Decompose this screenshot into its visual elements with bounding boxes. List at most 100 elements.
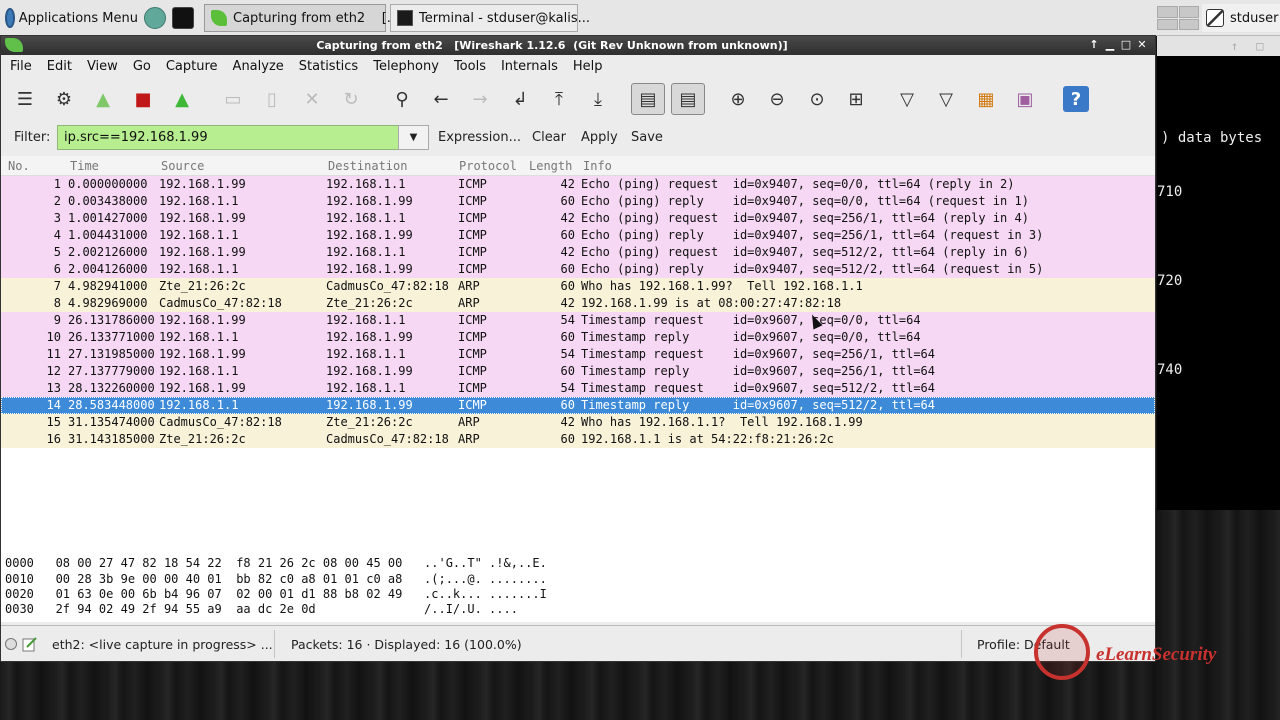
packet-cell-len: 42 (560, 245, 575, 259)
minimize-icon[interactable]: ↑ (1231, 39, 1238, 53)
resize-columns-button[interactable]: ⊞ (843, 86, 869, 112)
maximize-icon[interactable]: □ (1119, 38, 1133, 52)
menu-go[interactable]: Go (133, 59, 151, 74)
column-header-source[interactable]: Source (161, 159, 204, 173)
packet-cell-proto: ARP (458, 296, 480, 310)
reload-button[interactable]: ↻ (338, 86, 364, 112)
workspace-1[interactable] (1157, 6, 1178, 18)
packet-row[interactable]: 1 0.000000000 192.168.1.99 192.168.1.1 ICMP 4… (1, 176, 1155, 193)
column-header-time[interactable]: Time (70, 159, 99, 173)
start-capture-button[interactable]: ▲ (90, 86, 116, 112)
window-titlebar[interactable]: Capturing from eth2 [Wireshark 1.12.6 (G… (1, 36, 1155, 55)
user-menu-button[interactable]: stduser (1202, 4, 1280, 32)
taskbar-item-wireshark[interactable]: Capturing from eth2 [... (204, 4, 399, 32)
move-up-icon[interactable]: ↑ (1087, 38, 1101, 52)
zoom-in-button[interactable]: ⊕ (725, 86, 751, 112)
help-button[interactable]: ? (1063, 86, 1089, 112)
clear-button[interactable]: Clear (532, 130, 566, 145)
browser-launcher[interactable] (144, 4, 166, 32)
column-header-destination[interactable]: Destination (328, 159, 407, 173)
coloring-rules-button[interactable]: ▦ (973, 86, 999, 112)
packet-row[interactable]: 16 31.143185000 Zte_21:26:2c CadmusCo_47:82… (1, 431, 1155, 448)
packet-row[interactable]: 2 0.003438000 192.168.1.1 192.168.1.99 ICMP 6… (1, 193, 1155, 210)
packet-row[interactable]: 8 4.982969000 CadmusCo_47:82:18 Zte_21:26:2… (1, 295, 1155, 312)
column-header-info[interactable]: Info (583, 159, 612, 173)
save-file-button[interactable]: ▯ (259, 86, 285, 112)
go-to-packet-button[interactable]: ↲ (507, 86, 533, 112)
go-last-button[interactable]: ⤓ (585, 86, 611, 112)
menu-internals[interactable]: Internals (501, 59, 558, 74)
workspace-4[interactable] (1178, 18, 1199, 30)
expression-button[interactable]: Expression... (438, 130, 521, 145)
minimize-icon[interactable]: ▁ (1103, 38, 1117, 52)
taskbar-item-terminal[interactable]: Terminal - stduser@kalis... (390, 4, 590, 32)
open-file-button[interactable]: ▭ (220, 86, 246, 112)
column-header-length[interactable]: Length (529, 159, 572, 173)
packet-row[interactable]: 15 31.135474000 CadmusCo_47:82:18 Zte_21:26… (1, 414, 1155, 431)
capture-comment-icon[interactable] (22, 636, 38, 652)
menu-view[interactable]: View (87, 59, 118, 74)
interfaces-button[interactable]: ☰ (12, 86, 38, 112)
menu-edit[interactable]: Edit (47, 59, 72, 74)
workspace-3[interactable] (1157, 18, 1178, 30)
go-back-button[interactable]: ← (428, 86, 454, 112)
normal-size-button[interactable]: ⊙ (804, 86, 830, 112)
packet-cell-time: 27.137779000 (68, 364, 155, 378)
packet-cell-info: Who has 192.168.1.1? Tell 192.168.1.99 (581, 415, 863, 429)
preferences-button[interactable]: ▣ (1012, 86, 1038, 112)
colorize-button[interactable]: ▤ (631, 83, 665, 115)
display-filters-button[interactable]: ▽ (933, 86, 959, 112)
packet-row[interactable]: 4 1.004431000 192.168.1.1 192.168.1.99 ICMP 6… (1, 227, 1155, 244)
terminal-launcher[interactable] (172, 4, 194, 32)
menu-tools[interactable]: Tools (454, 59, 486, 74)
terminal-window[interactable]: ↑ □ ) data bytes 710 720 740 (1157, 36, 1280, 510)
go-first-button[interactable]: ⤒ (546, 86, 572, 112)
stop-capture-button[interactable]: ■ (130, 86, 156, 112)
packet-bytes-pane[interactable]: 0000 08 00 27 47 82 18 54 22 f8 21 26 2c… (1, 555, 1155, 622)
maximize-icon[interactable]: □ (1256, 39, 1263, 53)
go-forward-button[interactable]: → (467, 86, 493, 112)
elearnsecurity-logo-icon (1034, 624, 1090, 680)
applications-menu-button[interactable]: Applications Menu (2, 4, 138, 32)
packet-row[interactable]: 6 2.004126000 192.168.1.1 192.168.1.99 ICMP 6… (1, 261, 1155, 278)
packet-row[interactable]: 9 26.131786000 192.168.1.99 192.168.1.1 ICMP… (1, 312, 1155, 329)
column-header-protocol[interactable]: Protocol (459, 159, 517, 173)
find-packet-button[interactable]: ⚲ (389, 86, 415, 112)
packet-cell-no: 13 (46, 381, 61, 395)
save-filter-button[interactable]: Save (631, 130, 663, 145)
capture-filters-button[interactable]: ▽ (894, 86, 920, 112)
zoom-out-button[interactable]: ⊖ (764, 86, 790, 112)
packet-row[interactable]: 10 26.133771000 192.168.1.1 192.168.1.99 ICM… (1, 329, 1155, 346)
menu-help[interactable]: Help (573, 59, 603, 74)
applications-menu-label: Applications Menu (18, 10, 138, 26)
menu-statistics[interactable]: Statistics (299, 59, 358, 74)
restart-capture-button[interactable]: ▲ (169, 86, 195, 112)
packet-cell-info: Timestamp request id=0x9607, seq=0/0, tt… (581, 313, 921, 327)
packet-row[interactable]: 14 28.583448000 192.168.1.1 192.168.1.99 ICM… (1, 397, 1155, 414)
column-header-no[interactable]: No. (8, 159, 30, 173)
filter-history-dropdown[interactable]: ▼ (398, 125, 429, 150)
options-button[interactable]: ⚙ (51, 86, 77, 112)
menu-telephony[interactable]: Telephony (373, 59, 439, 74)
workspace-2[interactable] (1178, 6, 1199, 18)
packet-row[interactable]: 7 4.982941000 Zte_21:26:2c CadmusCo_47:82:1… (1, 278, 1155, 295)
arrow-left-icon: ← (433, 88, 449, 110)
expert-info-icon[interactable] (5, 638, 17, 650)
workspace-switcher[interactable] (1157, 6, 1199, 30)
auto-scroll-button[interactable]: ▤ (671, 83, 705, 115)
packet-cell-dst: CadmusCo_47:82:18 (326, 279, 449, 293)
display-filter-input[interactable] (57, 125, 399, 150)
packet-row[interactable]: 11 27.131985000 192.168.1.99 192.168.1.1 ICM… (1, 346, 1155, 363)
packet-row[interactable]: 13 28.132260000 192.168.1.99 192.168.1.1 ICM… (1, 380, 1155, 397)
packet-list[interactable]: No. Time Source Destination Protocol Len… (1, 156, 1155, 559)
menu-capture[interactable]: Capture (166, 59, 218, 74)
packet-row[interactable]: 5 2.002126000 192.168.1.99 192.168.1.1 ICMP 4… (1, 244, 1155, 261)
menu-analyze[interactable]: Analyze (233, 59, 284, 74)
menu-file[interactable]: File (10, 59, 32, 74)
packet-cell-info: 192.168.1.1 is at 54:22:f8:21:26:2c (581, 432, 834, 446)
packet-row[interactable]: 12 27.137779000 192.168.1.1 192.168.1.99 ICM… (1, 363, 1155, 380)
apply-button[interactable]: Apply (581, 130, 618, 145)
close-file-button[interactable]: ✕ (299, 86, 325, 112)
close-icon[interactable]: ✕ (1135, 38, 1149, 52)
packet-row[interactable]: 3 1.001427000 192.168.1.99 192.168.1.1 ICMP 4… (1, 210, 1155, 227)
